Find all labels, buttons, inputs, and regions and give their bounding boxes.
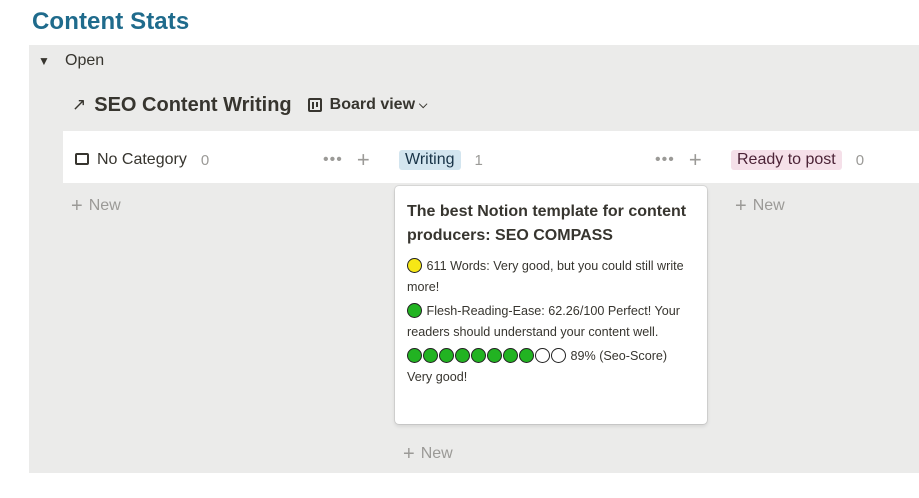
filled-score-circle-icon	[439, 348, 454, 363]
filled-score-circle-icon	[487, 348, 502, 363]
filled-score-circle-icon	[423, 348, 438, 363]
view-label: Board view	[329, 96, 416, 113]
filled-score-circle-icon	[519, 348, 534, 363]
filled-score-circle-icon	[503, 348, 518, 363]
green-circle-icon	[407, 303, 422, 318]
column-tag: Ready to post	[731, 150, 842, 170]
database-title[interactable]: SEO Content Writing	[94, 94, 291, 117]
seo-score-property: 89% (Seo-Score) Very good!	[407, 346, 695, 388]
column-header-no-category[interactable]: No Category 0	[75, 147, 209, 173]
filled-score-circle-icon	[407, 348, 422, 363]
new-label: New	[752, 197, 785, 214]
column-count: 0	[200, 151, 210, 169]
inbox-icon	[75, 153, 89, 165]
card-title: The best Notion template for content pro…	[407, 203, 687, 244]
column-count: 1	[474, 151, 483, 169]
new-label: New	[88, 197, 121, 214]
view-switcher[interactable]: Board view ⌵	[307, 96, 428, 114]
seo-score-rating	[407, 348, 567, 363]
empty-score-circle-icon	[551, 348, 566, 363]
new-card-button[interactable]: + New	[403, 444, 453, 464]
filled-score-circle-icon	[455, 348, 470, 363]
more-options-icon[interactable]: •••	[655, 151, 675, 169]
plus-icon: +	[735, 195, 747, 217]
words-text: 611 Words: Very good, but you could stil…	[407, 259, 684, 294]
page-title: Content Stats	[32, 8, 190, 35]
chevron-down-icon: ⌵	[419, 98, 428, 111]
board-card[interactable]: The best Notion template for content pro…	[395, 186, 707, 424]
column-actions: ••• +	[323, 149, 370, 171]
toggle-triangle-icon[interactable]: ▼	[38, 54, 52, 68]
words-property: 611 Words: Very good, but you could stil…	[407, 256, 695, 298]
add-card-icon[interactable]: +	[689, 149, 702, 171]
new-card-button[interactable]: + New	[735, 196, 785, 216]
group-label: Open	[65, 52, 105, 69]
column-header-ready-to-post[interactable]: Ready to post 0	[731, 147, 864, 173]
database-header: ↗ SEO Content Writing Board view ⌵	[72, 91, 427, 119]
column-count: 0	[855, 151, 865, 169]
link-arrow-icon[interactable]: ↗	[72, 95, 86, 115]
more-options-icon[interactable]: •••	[323, 151, 343, 169]
plus-icon: +	[403, 443, 415, 465]
column-header-writing[interactable]: Writing 1	[399, 147, 483, 173]
group-toggle[interactable]: ▼ Open	[38, 50, 104, 72]
plus-icon: +	[71, 195, 83, 217]
yellow-circle-icon	[407, 258, 422, 273]
column-tag: Writing	[399, 150, 461, 170]
reading-ease-property: Flesh-Reading-Ease: 62.26/100 Perfect! Y…	[407, 301, 695, 343]
board-view-icon	[307, 98, 322, 112]
column-actions: ••• +	[655, 149, 702, 171]
empty-score-circle-icon	[535, 348, 550, 363]
new-label: New	[420, 445, 453, 462]
add-card-icon[interactable]: +	[357, 149, 370, 171]
column-label: No Category	[97, 151, 187, 168]
new-card-button[interactable]: + New	[71, 196, 121, 216]
filled-score-circle-icon	[471, 348, 486, 363]
reading-text: Flesh-Reading-Ease: 62.26/100 Perfect! Y…	[407, 304, 680, 339]
